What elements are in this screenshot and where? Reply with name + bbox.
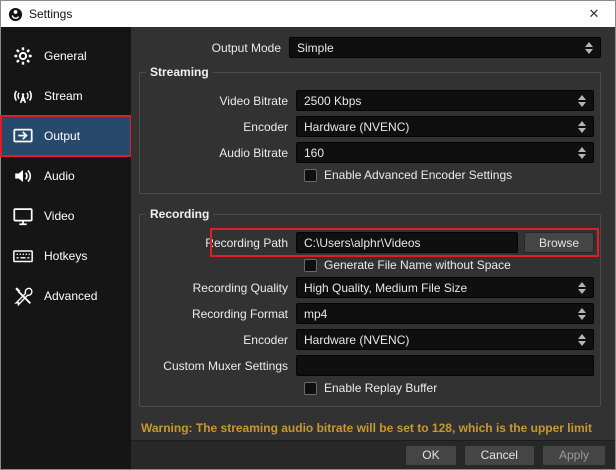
recording-quality-label: Recording Quality bbox=[146, 281, 296, 295]
streaming-bitrate-warning: Warning: The streaming audio bitrate wil… bbox=[141, 420, 593, 440]
output-mode-row: Output Mode Simple bbox=[139, 37, 601, 58]
recording-path-input[interactable] bbox=[296, 232, 518, 253]
cancel-button[interactable]: Cancel bbox=[464, 445, 535, 466]
sidebar-item-advanced[interactable]: Advanced bbox=[1, 276, 131, 316]
recording-path-row: Recording Path Browse bbox=[146, 232, 594, 253]
recording-format-label: Recording Format bbox=[146, 307, 296, 321]
video-bitrate-value: 2500 Kbps bbox=[304, 94, 361, 108]
sidebar-item-label: General bbox=[44, 49, 87, 63]
sidebar-item-label: Hotkeys bbox=[44, 249, 87, 263]
speaker-icon bbox=[11, 164, 35, 188]
video-bitrate-label: Video Bitrate bbox=[146, 94, 296, 108]
recording-encoder-value: Hardware (NVENC) bbox=[304, 333, 409, 347]
sidebar-item-label: Stream bbox=[44, 89, 83, 103]
chevron-up-down-icon bbox=[578, 308, 586, 320]
custom-muxer-row: Custom Muxer Settings bbox=[146, 355, 594, 376]
sidebar-item-label: Audio bbox=[44, 169, 75, 183]
recording-path-label: Recording Path bbox=[146, 236, 296, 250]
output-mode-label: Output Mode bbox=[139, 41, 289, 55]
recording-format-row: Recording Format mp4 bbox=[146, 303, 594, 324]
recording-format-select[interactable]: mp4 bbox=[296, 303, 594, 324]
chevron-up-down-icon bbox=[578, 334, 586, 346]
checkbox-icon bbox=[304, 259, 317, 272]
output-mode-value: Simple bbox=[297, 41, 334, 55]
output-mode-select[interactable]: Simple bbox=[289, 37, 601, 58]
recording-quality-select[interactable]: High Quality, Medium File Size bbox=[296, 277, 594, 298]
recording-encoder-label: Encoder bbox=[146, 333, 296, 347]
advanced-encoder-checkbox[interactable]: Enable Advanced Encoder Settings bbox=[304, 168, 594, 182]
close-icon[interactable]: ✕ bbox=[573, 1, 615, 27]
antenna-icon bbox=[11, 84, 35, 108]
tools-icon bbox=[11, 284, 35, 308]
sidebar-item-stream[interactable]: Stream bbox=[1, 76, 131, 116]
sidebar-item-label: Output bbox=[44, 129, 80, 143]
recording-quality-row: Recording Quality High Quality, Medium F… bbox=[146, 277, 594, 298]
audio-bitrate-label: Audio Bitrate bbox=[146, 146, 296, 160]
recording-encoder-select[interactable]: Hardware (NVENC) bbox=[296, 329, 594, 350]
apply-button[interactable]: Apply bbox=[542, 445, 606, 466]
stream-encoder-select[interactable]: Hardware (NVENC) bbox=[296, 116, 594, 137]
recording-format-value: mp4 bbox=[304, 307, 327, 321]
recording-quality-value: High Quality, Medium File Size bbox=[304, 281, 467, 295]
generate-filename-checkbox[interactable]: Generate File Name without Space bbox=[304, 258, 594, 272]
stream-encoder-value: Hardware (NVENC) bbox=[304, 120, 409, 134]
ok-button[interactable]: OK bbox=[405, 445, 456, 466]
checkbox-icon bbox=[304, 169, 317, 182]
stream-encoder-label: Encoder bbox=[146, 120, 296, 134]
chevron-up-down-icon bbox=[578, 121, 586, 133]
streaming-group-title: Streaming bbox=[146, 65, 213, 79]
output-display-arrow-icon bbox=[11, 124, 35, 148]
sidebar-item-general[interactable]: General bbox=[1, 36, 131, 76]
replay-buffer-checkbox[interactable]: Enable Replay Buffer bbox=[304, 381, 594, 395]
streaming-group: Streaming Video Bitrate 2500 Kbps Encode… bbox=[139, 72, 601, 194]
sidebar-item-video[interactable]: Video bbox=[1, 196, 131, 236]
custom-muxer-label: Custom Muxer Settings bbox=[146, 359, 296, 373]
chevron-up-down-icon bbox=[578, 282, 586, 294]
audio-bitrate-select[interactable]: 160 bbox=[296, 142, 594, 163]
video-bitrate-spinbox[interactable]: 2500 Kbps bbox=[296, 90, 594, 111]
chevron-up-down-icon bbox=[578, 147, 586, 159]
window-title: Settings bbox=[29, 7, 72, 21]
sidebar-item-label: Advanced bbox=[44, 289, 97, 303]
audio-bitrate-row: Audio Bitrate 160 bbox=[146, 142, 594, 163]
video-bitrate-row: Video Bitrate 2500 Kbps bbox=[146, 90, 594, 111]
audio-bitrate-value: 160 bbox=[304, 146, 324, 160]
spinner-arrows-icon[interactable] bbox=[578, 95, 586, 107]
sidebar-item-output[interactable]: Output bbox=[1, 116, 131, 156]
monitor-icon bbox=[11, 204, 35, 228]
stream-encoder-row: Encoder Hardware (NVENC) bbox=[146, 116, 594, 137]
generate-filename-checkbox-label: Generate File Name without Space bbox=[324, 258, 511, 272]
sidebar-item-hotkeys[interactable]: Hotkeys bbox=[1, 236, 131, 276]
browse-button[interactable]: Browse bbox=[524, 232, 594, 253]
recording-encoder-row: Encoder Hardware (NVENC) bbox=[146, 329, 594, 350]
recording-group: Recording Recording Path Browse Generate… bbox=[139, 214, 601, 407]
settings-window: Settings ✕ General Stream bbox=[0, 0, 616, 470]
obs-logo-icon bbox=[8, 7, 23, 22]
advanced-encoder-checkbox-label: Enable Advanced Encoder Settings bbox=[324, 168, 512, 182]
dialog-footer: OK Cancel Apply bbox=[131, 440, 615, 469]
sidebar-item-audio[interactable]: Audio bbox=[1, 156, 131, 196]
replay-buffer-checkbox-label: Enable Replay Buffer bbox=[324, 381, 437, 395]
custom-muxer-input[interactable] bbox=[296, 355, 594, 376]
titlebar: Settings ✕ bbox=[1, 1, 615, 27]
output-settings-panel: Output Mode Simple Streaming Video Bitra… bbox=[131, 27, 615, 440]
chevron-up-down-icon bbox=[585, 42, 593, 54]
gear-icon bbox=[11, 44, 35, 68]
recording-group-title: Recording bbox=[146, 207, 213, 221]
checkbox-icon bbox=[304, 382, 317, 395]
keyboard-icon bbox=[11, 244, 35, 268]
settings-sidebar: General Stream Output Audio bbox=[1, 27, 131, 469]
sidebar-item-label: Video bbox=[44, 209, 74, 223]
